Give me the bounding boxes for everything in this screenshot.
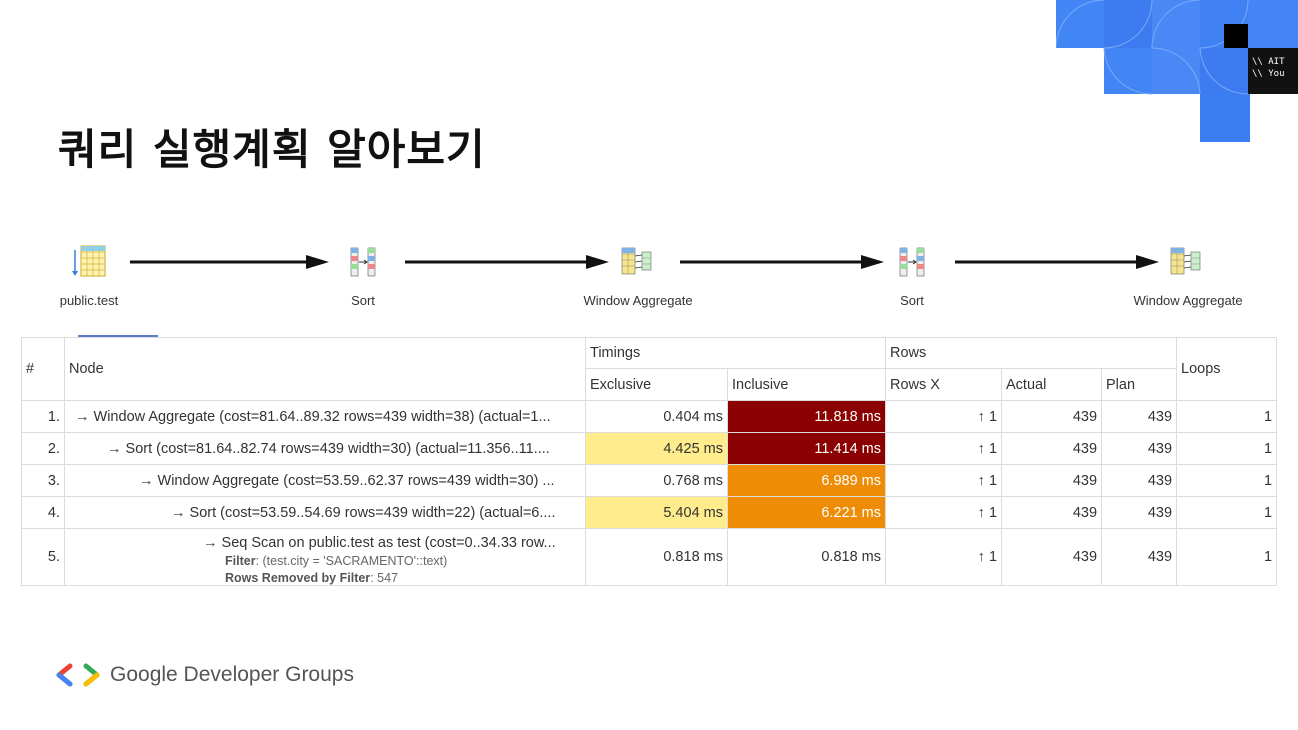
row-exclusive: 0.404 ms bbox=[585, 400, 728, 433]
row-loops: 1 bbox=[1176, 464, 1278, 497]
page-title: 쿼리 실행계획 알아보기 bbox=[58, 125, 486, 174]
table-row[interactable]: 1. → Window Aggregate (cost=81.64..89.32… bbox=[21, 400, 1278, 433]
row-index: 1. bbox=[21, 400, 65, 433]
row-exclusive: 5.404 ms bbox=[585, 496, 728, 529]
rows-removed-value: : 547 bbox=[370, 571, 398, 585]
row-plan: 439 bbox=[1101, 464, 1178, 497]
flow-node-label-1: public.test bbox=[59, 293, 119, 308]
deco-code-line-2: \\ You bbox=[1252, 69, 1285, 79]
row-node-text: → Seq Scan on public.test as test (cost=… bbox=[203, 535, 556, 551]
row-node[interactable]: → Seq Scan on public.test as test (cost=… bbox=[64, 528, 586, 586]
row-exclusive: 0.818 ms bbox=[585, 528, 728, 586]
row-actual: 439 bbox=[1001, 528, 1103, 586]
sort-icon[interactable] bbox=[894, 244, 930, 280]
header-plan[interactable]: Plan bbox=[1101, 368, 1178, 401]
flow-arrow-2 bbox=[405, 255, 609, 269]
row-inclusive: 11.414 ms bbox=[726, 432, 887, 465]
explain-plan-table: # Node Timings Rows Loops Exclusive Incl… bbox=[21, 337, 1278, 586]
table-header-row: # Node Timings Rows Loops bbox=[21, 337, 1278, 401]
table-row[interactable]: 2. → Sort (cost=81.64..82.74 rows=439 wi… bbox=[21, 432, 1278, 465]
row-inclusive: 11.818 ms bbox=[726, 400, 887, 433]
flow-node-label-3: Window Aggregate bbox=[583, 293, 693, 308]
header-exclusive[interactable]: Exclusive bbox=[585, 368, 728, 401]
row-inclusive: 6.221 ms bbox=[726, 496, 887, 529]
row-actual: 439 bbox=[1001, 400, 1103, 433]
row-actual: 439 bbox=[1001, 432, 1103, 465]
row-plan: 439 bbox=[1101, 528, 1178, 586]
header-timings[interactable]: Timings bbox=[584, 337, 887, 369]
flow-arrow-4 bbox=[955, 255, 1159, 269]
flow-node-label-2: Sort bbox=[351, 293, 375, 308]
row-rows-x: ↑ 1 bbox=[885, 496, 1003, 529]
table-scan-icon[interactable] bbox=[71, 244, 107, 280]
window-aggregate-icon[interactable] bbox=[618, 244, 654, 280]
row-inclusive: 0.818 ms bbox=[726, 528, 887, 586]
header-actual[interactable]: Actual bbox=[1001, 368, 1103, 401]
row-rows-x: ↑ 1 bbox=[885, 464, 1003, 497]
table-crop-mask bbox=[0, 597, 1298, 637]
row-filter: Filter: (test.city = 'SACRAMENTO'::text) bbox=[203, 554, 581, 568]
header-node[interactable]: Node bbox=[64, 337, 586, 401]
row-loops: 1 bbox=[1176, 400, 1278, 433]
flow-node-label-5: Window Aggregate bbox=[1133, 293, 1243, 308]
rows-removed-label: Rows Removed by Filter bbox=[225, 571, 371, 585]
decorative-pattern: \\ AIT \\ You bbox=[1056, 0, 1298, 142]
gdg-chevrons-icon bbox=[56, 663, 100, 687]
row-plan: 439 bbox=[1101, 432, 1178, 465]
row-index: 5. bbox=[21, 528, 65, 586]
row-exclusive: 0.768 ms bbox=[585, 464, 728, 497]
row-inclusive: 6.989 ms bbox=[726, 464, 887, 497]
row-index: 3. bbox=[21, 464, 65, 497]
row-index: 4. bbox=[21, 496, 65, 529]
row-rows-x: ↑ 1 bbox=[885, 400, 1003, 433]
row-loops: 1 bbox=[1176, 496, 1278, 529]
header-rows[interactable]: Rows bbox=[885, 337, 1178, 369]
filter-label: Filter bbox=[225, 554, 256, 568]
row-node[interactable]: → Window Aggregate (cost=81.64..89.32 ro… bbox=[64, 400, 586, 433]
table-row[interactable]: 4. → Sort (cost=53.59..54.69 rows=439 wi… bbox=[21, 496, 1278, 529]
flow-arrow-3 bbox=[680, 255, 884, 269]
gdg-brand-text: Google Developer Groups bbox=[110, 663, 354, 686]
row-actual: 439 bbox=[1001, 464, 1103, 497]
row-node[interactable]: → Window Aggregate (cost=53.59..62.37 ro… bbox=[64, 464, 586, 497]
header-index[interactable]: # bbox=[21, 337, 65, 401]
header-inclusive[interactable]: Inclusive bbox=[726, 368, 887, 401]
flow-arrow-1 bbox=[130, 255, 329, 269]
filter-value: : (test.city = 'SACRAMENTO'::text) bbox=[255, 554, 448, 568]
row-actual: 439 bbox=[1001, 496, 1103, 529]
row-index: 2. bbox=[21, 432, 65, 465]
gdg-logo: Google Developer Groups bbox=[56, 660, 354, 690]
row-plan: 439 bbox=[1101, 496, 1178, 529]
header-loops[interactable]: Loops bbox=[1176, 337, 1278, 401]
row-exclusive: 4.425 ms bbox=[585, 432, 728, 465]
sort-icon[interactable] bbox=[345, 244, 381, 280]
window-aggregate-icon[interactable] bbox=[1167, 244, 1203, 280]
row-node[interactable]: → Sort (cost=81.64..82.74 rows=439 width… bbox=[64, 432, 586, 465]
row-loops: 1 bbox=[1176, 432, 1278, 465]
plan-flow-diagram: public.test Sort Window Aggregate Sort W… bbox=[0, 236, 1298, 316]
row-rows-removed: Rows Removed by Filter: 547 bbox=[203, 571, 581, 585]
table-row[interactable]: 5. → Seq Scan on public.test as test (co… bbox=[21, 528, 1278, 586]
row-rows-x: ↑ 1 bbox=[885, 528, 1003, 586]
header-rows-x[interactable]: Rows X bbox=[885, 368, 1003, 401]
deco-code-line-1: \\ AIT bbox=[1252, 57, 1285, 67]
flow-node-label-4: Sort bbox=[900, 293, 924, 308]
row-rows-x: ↑ 1 bbox=[885, 432, 1003, 465]
row-node[interactable]: → Sort (cost=53.59..54.69 rows=439 width… bbox=[64, 496, 586, 529]
table-row[interactable]: 3. → Window Aggregate (cost=53.59..62.37… bbox=[21, 464, 1278, 497]
row-plan: 439 bbox=[1101, 400, 1178, 433]
row-loops: 1 bbox=[1176, 528, 1278, 586]
